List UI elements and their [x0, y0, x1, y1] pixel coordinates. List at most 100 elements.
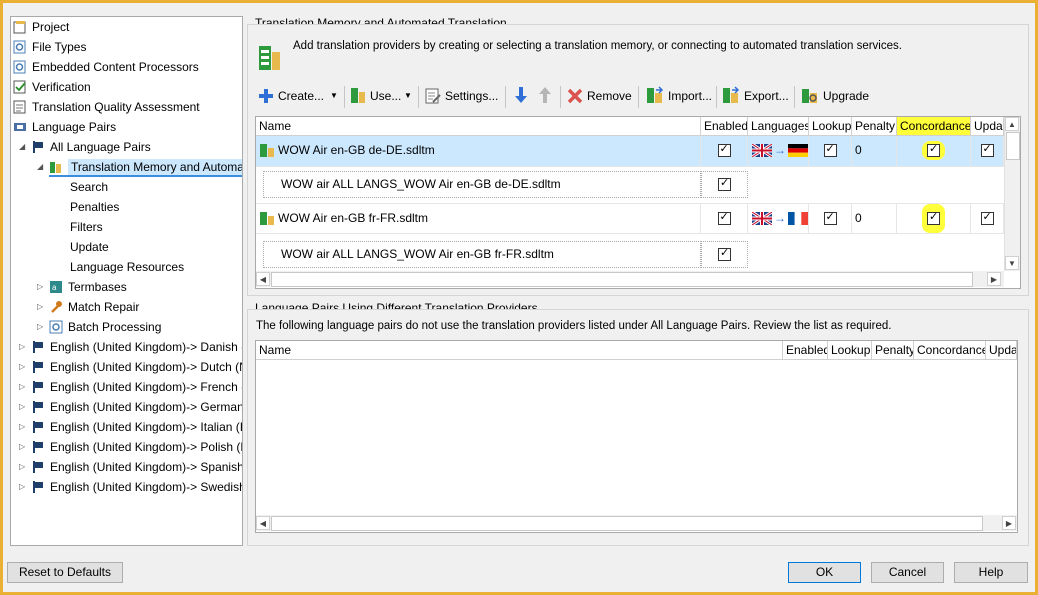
gear-doc-icon [13, 40, 26, 54]
export-button[interactable]: Export... [722, 86, 789, 106]
enabled-checkbox[interactable] [718, 245, 731, 262]
move-up-button[interactable] [537, 86, 557, 106]
table-row[interactable]: WOW Air en-GB de-DE.sdltm → 0 [256, 136, 1004, 167]
table-row[interactable]: WOW Air en-GB fr-FR.sdltm → 0 [256, 203, 1004, 234]
tree-item-penalties[interactable]: Penalties [70, 197, 119, 217]
scroll-thumb[interactable] [271, 516, 983, 531]
scroll-left-arrow-icon[interactable]: ◀ [256, 272, 270, 286]
tm-grid[interactable]: Name Enabled Languages Lookup Penalty Co… [255, 116, 1021, 289]
tree-item-language-pairs[interactable]: Language Pairs [13, 117, 116, 137]
column-header-name[interactable]: Name [256, 341, 783, 360]
tree-item-termbases[interactable]: a Termbases [49, 277, 127, 297]
tree-item-language-resources[interactable]: Language Resources [70, 257, 184, 277]
import-button[interactable]: Import... [646, 86, 712, 106]
scroll-thumb[interactable] [1006, 132, 1020, 160]
expand-arrow-icon[interactable]: ▷ [19, 357, 27, 377]
cancel-button[interactable]: Cancel [871, 562, 944, 583]
tree-item-lp-swedish[interactable]: English (United Kingdom)-> Swedish ( [31, 477, 242, 497]
column-header-languages[interactable]: Languages [748, 117, 809, 136]
concordance-checkbox[interactable] [927, 141, 940, 158]
lp-grid[interactable]: Name Enabled Lookup Penalty Concordance … [255, 340, 1018, 533]
column-header-penalty[interactable]: Penalty [872, 341, 914, 360]
use-dropdown-arrow-icon[interactable]: ▼ [404, 86, 412, 106]
lookup-checkbox[interactable] [823, 209, 837, 226]
table-row[interactable]: WOW air ALL LANGS_WOW Air en-GB de-DE.sd… [256, 168, 1004, 199]
help-button[interactable]: Help [954, 562, 1028, 583]
scroll-down-arrow-icon[interactable]: ▼ [1005, 256, 1019, 270]
tree-item-lp-dutch[interactable]: English (United Kingdom)-> Dutch (N [31, 357, 242, 377]
wrench-icon [51, 301, 62, 313]
collapse-arrow-icon[interactable]: ◢ [19, 137, 27, 157]
tree-item-lp-german[interactable]: English (United Kingdom)-> German ( [31, 397, 242, 417]
column-header-penalty[interactable]: Penalty [852, 117, 897, 136]
column-header-enabled[interactable]: Enabled [783, 341, 828, 360]
horizontal-scrollbar[interactable]: ◀ ▶ [256, 271, 1004, 287]
enabled-checkbox[interactable] [717, 209, 731, 226]
tree-item-file-types[interactable]: File Types [13, 37, 86, 57]
lookup-checkbox[interactable] [823, 141, 837, 158]
tree-item-batch-processing[interactable]: Batch Processing [49, 317, 161, 337]
settings-tree[interactable]: Project File Types Embedded Content Proc… [10, 16, 243, 546]
scroll-left-arrow-icon[interactable]: ◀ [256, 516, 270, 530]
expand-arrow-icon[interactable]: ▷ [19, 457, 27, 477]
expand-arrow-icon[interactable]: ▷ [19, 477, 27, 497]
tree-item-tm-automated-translation[interactable]: Translation Memory and Automated Transla… [49, 157, 242, 177]
tree-item-lp-polish[interactable]: English (United Kingdom)-> Polish (P [31, 437, 242, 457]
column-header-update[interactable]: Updat [971, 117, 1004, 136]
column-header-lookup[interactable]: Lookup [828, 341, 872, 360]
tree-item-match-repair[interactable]: Match Repair [49, 297, 139, 317]
tree-item-tqa[interactable]: Translation Quality Assessment [13, 97, 200, 117]
tree-item-lp-italian[interactable]: English (United Kingdom)-> Italian (It [31, 417, 242, 437]
expand-arrow-icon[interactable]: ▷ [37, 277, 45, 297]
horizontal-scrollbar[interactable]: ◀ ▶ [256, 515, 1017, 531]
expand-arrow-icon[interactable]: ▷ [19, 337, 27, 357]
ok-button[interactable]: OK [788, 562, 861, 583]
collapse-arrow-icon[interactable]: ◢ [37, 157, 45, 177]
tree-item-embedded-content-processors[interactable]: Embedded Content Processors [13, 57, 199, 77]
reset-to-defaults-button[interactable]: Reset to Defaults [7, 562, 123, 583]
create-button[interactable]: Create... [258, 86, 324, 106]
create-dropdown-arrow-icon[interactable]: ▼ [330, 86, 338, 106]
update-checkbox[interactable] [980, 141, 994, 158]
remove-button[interactable]: Remove [567, 86, 632, 106]
expand-arrow-icon[interactable]: ▷ [19, 377, 27, 397]
scroll-right-arrow-icon[interactable]: ▶ [1002, 516, 1016, 530]
expand-arrow-icon[interactable]: ▷ [37, 317, 45, 337]
column-header-update[interactable]: Upda [986, 341, 1017, 360]
tree-item-filters[interactable]: Filters [70, 217, 103, 237]
tree-item-all-language-pairs[interactable]: All Language Pairs [31, 137, 151, 157]
enabled-checkbox[interactable] [718, 175, 731, 192]
tree-item-verification[interactable]: Verification [13, 77, 91, 97]
scroll-thumb[interactable] [271, 272, 973, 287]
tree-item-lp-french[interactable]: English (United Kingdom)-> French (F [31, 377, 242, 397]
concordance-checkbox[interactable] [927, 209, 940, 226]
tree-item-search[interactable]: Search [70, 177, 108, 197]
enabled-checkbox[interactable] [717, 141, 731, 158]
tree-item-lp-danish[interactable]: English (United Kingdom)-> Danish (D [31, 337, 242, 357]
tm-large-icon [259, 46, 280, 70]
tree-item-project[interactable]: Project [13, 17, 69, 37]
column-header-concordance[interactable]: Concordance [897, 117, 971, 136]
scroll-right-arrow-icon[interactable]: ▶ [987, 272, 1001, 286]
expand-arrow-icon[interactable]: ▷ [19, 437, 27, 457]
scroll-up-arrow-icon[interactable]: ▲ [1005, 117, 1019, 131]
penalty-value[interactable]: 0 [852, 204, 897, 233]
column-header-concordance[interactable]: Concordance [914, 341, 986, 360]
use-button[interactable]: Use... [350, 86, 401, 106]
upgrade-button[interactable]: Upgrade [801, 86, 869, 106]
table-row[interactable]: WOW air ALL LANGS_WOW Air en-GB fr-FR.sd… [256, 238, 1004, 269]
expand-arrow-icon[interactable]: ▷ [19, 417, 27, 437]
vertical-scrollbar[interactable]: ▲ ▼ [1004, 117, 1020, 271]
tree-item-lp-spanish[interactable]: English (United Kingdom)-> Spanish ( [31, 457, 242, 477]
tree-item-update[interactable]: Update [70, 237, 109, 257]
expand-arrow-icon[interactable]: ▷ [37, 297, 45, 317]
column-header-enabled[interactable]: Enabled [701, 117, 748, 136]
move-down-button[interactable] [513, 86, 533, 106]
column-header-name[interactable]: Name [256, 117, 701, 136]
update-checkbox[interactable] [980, 209, 994, 226]
batch-icon [49, 320, 63, 334]
column-header-lookup[interactable]: Lookup [809, 117, 852, 136]
expand-arrow-icon[interactable]: ▷ [19, 397, 27, 417]
penalty-value[interactable]: 0 [852, 136, 897, 166]
settings-button[interactable]: Settings... [425, 86, 498, 106]
